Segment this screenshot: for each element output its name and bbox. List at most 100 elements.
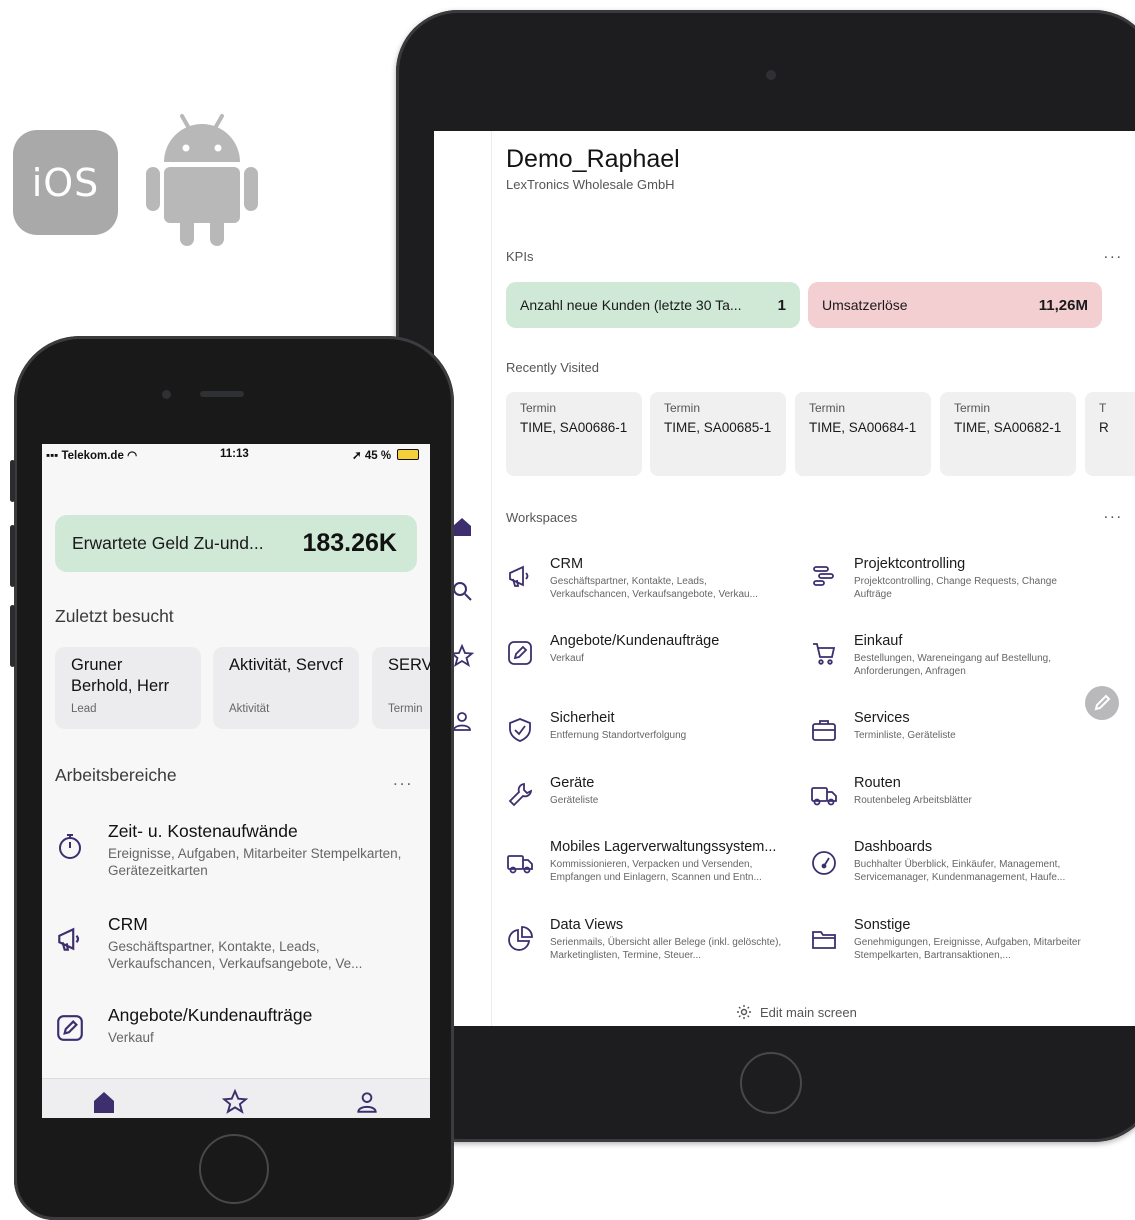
- kpi-label: Umsatzerlöse: [822, 297, 908, 313]
- workspace-crm[interactable]: CRM Geschäftspartner, Kontakte, Leads, V…: [55, 914, 425, 974]
- kpi-tile-revenue[interactable]: Umsatzerlöse 11,26M: [808, 282, 1102, 328]
- workspace-routen[interactable]: Routen Routenbeleg Arbeitsblätter: [810, 775, 1100, 825]
- phone-home-button[interactable]: [199, 1134, 269, 1204]
- workspaces-more-button[interactable]: ...: [1104, 505, 1123, 523]
- kpi-label: Anzahl neue Kunden (letzte 30 Ta...: [520, 297, 742, 313]
- recent-kind: Termin: [954, 401, 991, 415]
- location-icon: ➚: [352, 450, 362, 462]
- workspace-name: Einkauf: [854, 633, 903, 649]
- tablet-home-button[interactable]: [740, 1052, 802, 1114]
- workspace-data-views[interactable]: Data Views Serienmails, Übersicht aller …: [506, 917, 796, 967]
- workspace-lagerverwaltung[interactable]: Mobiles Lagerverwaltungssystem... Kommis…: [506, 839, 796, 889]
- kpi-tile-expected-money[interactable]: Erwartete Geld Zu-und... 183.26K: [55, 515, 417, 572]
- workspace-desc: Projektcontrolling, Change Requests, Cha…: [854, 576, 1057, 600]
- workspace-einkauf[interactable]: Einkauf Bestellungen, Wareneingang auf B…: [810, 633, 1100, 683]
- status-time: 11:13: [220, 448, 249, 460]
- recent-card[interactable]: Termin TIME, SA00684-1: [795, 392, 931, 476]
- briefcase-icon: [812, 720, 836, 741]
- status-bar: ▪▪▪ Telekom.de ◠ 11:13 ➚ 45 %: [42, 444, 430, 466]
- workspace-name: Dashboards: [854, 839, 933, 855]
- star-icon[interactable]: [222, 1089, 248, 1115]
- recent-kind: Termin: [388, 703, 423, 715]
- phone-speaker: [200, 391, 244, 397]
- ios-label: iOS: [31, 160, 100, 205]
- home-icon[interactable]: [91, 1089, 117, 1115]
- battery-status: ➚ 45 %: [352, 448, 420, 462]
- recent-heading: Zuletzt besucht: [55, 606, 174, 626]
- folder-icon: [812, 931, 836, 949]
- recent-card[interactable]: Aktivität, Servcf Aktivität: [213, 647, 359, 729]
- recent-name: SERV 0000: [388, 656, 430, 674]
- workspace-crm[interactable]: CRM Geschäftspartner, Kontakte, Leads, V…: [506, 556, 796, 606]
- wifi-icon: ◠: [127, 450, 138, 462]
- workspace-desc: Ereignisse, Aufgaben, Mitarbeiter Stempe…: [108, 846, 402, 878]
- recent-name: Gruner Berhold, Herr: [71, 656, 170, 695]
- workspace-name: Sonstige: [854, 917, 911, 933]
- workspace-angebote[interactable]: Angebote/Kundenaufträge Verkauf: [55, 1005, 425, 1055]
- workspace-name: Mobiles Lagerverwaltungssystem...: [550, 839, 777, 855]
- tablet-camera: [766, 70, 776, 80]
- recent-kind: Termin: [520, 401, 557, 415]
- workspace-name: Data Views: [550, 917, 624, 933]
- floating-edit-button[interactable]: [1085, 686, 1119, 720]
- recent-card[interactable]: Termin TIME, SA00686-1: [506, 392, 642, 476]
- workspace-name: Routen: [854, 775, 901, 791]
- kpis-heading: KPIs: [506, 249, 534, 264]
- recent-name: Aktivität, Servcf: [229, 656, 343, 674]
- gantt-icon: [813, 566, 834, 586]
- workspace-services[interactable]: Services Terminliste, Geräteliste: [810, 710, 1100, 760]
- battery-percent: 45 %: [364, 450, 392, 462]
- page-title: Demo_Raphael: [506, 145, 680, 173]
- recent-name: TIME, SA00684-1: [809, 420, 917, 435]
- workspace-name: Zeit- u. Kostenaufwände: [108, 821, 298, 841]
- workspaces-more-button[interactable]: ...: [393, 770, 413, 790]
- recent-name: TIME, SA00686-1: [520, 420, 628, 435]
- workspace-sonstige[interactable]: Sonstige Genehmigungen, Ereignisse, Aufg…: [810, 917, 1100, 967]
- workspace-angebote[interactable]: Angebote/Kundenaufträge Verkauf: [506, 633, 796, 683]
- kpis-more-button[interactable]: ...: [1104, 245, 1123, 263]
- workspace-name: CRM: [550, 556, 584, 572]
- phone-camera: [162, 390, 171, 399]
- recent-kind: Termin: [809, 401, 846, 415]
- edit-icon: [57, 1015, 83, 1041]
- recent-name: TIME, SA00685-1: [664, 420, 772, 435]
- workspace-sicherheit[interactable]: Sicherheit Entfernung Standortverfolgung: [506, 710, 796, 760]
- truck-icon: [811, 787, 837, 806]
- wrench-icon: [508, 782, 533, 807]
- recent-card[interactable]: Termin TIME, SA00685-1: [650, 392, 786, 476]
- workspace-desc: Bestellungen, Wareneingang auf Bestellun…: [854, 653, 1051, 677]
- recent-kind: Lead: [71, 703, 97, 715]
- workspace-desc: Kommissionieren, Verpacken und Versenden…: [550, 859, 762, 883]
- workspace-desc: Genehmigungen, Ereignisse, Aufgaben, Mit…: [854, 937, 1081, 961]
- workspace-desc: Terminliste, Geräteliste: [854, 730, 956, 741]
- workspaces-heading: Workspaces: [506, 510, 578, 525]
- company-name: LexTronics Wholesale GmbH: [506, 177, 675, 192]
- workspace-geraete[interactable]: Geräte Geräteliste: [506, 775, 796, 825]
- kpi-value: 11,26M: [1038, 296, 1088, 314]
- workspace-desc: Buchhalter Überblick, Einkäufer, Managem…: [854, 859, 1066, 883]
- edit-main-screen-button[interactable]: Edit main screen: [736, 1004, 857, 1020]
- workspace-projektcontrolling[interactable]: Projektcontrolling Projektcontrolling, C…: [810, 556, 1100, 606]
- ios-badge: iOS: [13, 130, 118, 235]
- carrier-name: Telekom.de: [61, 450, 124, 462]
- recent-kind: Termin: [664, 401, 701, 415]
- kpi-tile-new-customers[interactable]: Anzahl neue Kunden (letzte 30 Ta... 1: [506, 282, 800, 328]
- recent-card[interactable]: T R: [1085, 392, 1135, 476]
- carrier-status: ▪▪▪ Telekom.de ◠: [46, 448, 137, 462]
- workspace-name: Angebote/Kundenaufträge: [550, 633, 720, 649]
- android-icon: [146, 114, 258, 246]
- phone-side-button: [10, 525, 15, 587]
- workspace-desc: Geschäftspartner, Kontakte, Leads, Verka…: [108, 939, 363, 971]
- recent-name: R: [1099, 420, 1109, 435]
- recent-card[interactable]: Termin TIME, SA00682-1: [940, 392, 1076, 476]
- recent-card[interactable]: SERV 0000 Termin: [372, 647, 430, 729]
- truck-icon: [507, 855, 533, 874]
- user-icon[interactable]: [354, 1089, 380, 1115]
- workspace-name: Services: [854, 710, 910, 726]
- recent-card[interactable]: Gruner Berhold, Herr Lead: [55, 647, 201, 729]
- workspace-desc: Routenbeleg Arbeitsblätter: [854, 795, 972, 806]
- workspace-zeit-kosten[interactable]: Zeit- u. Kostenaufwände Ereignisse, Aufg…: [55, 821, 425, 881]
- workspace-desc: Verkauf: [108, 1030, 154, 1045]
- workspace-dashboards[interactable]: Dashboards Buchhalter Überblick, Einkäuf…: [810, 839, 1100, 889]
- recent-kind: Aktivität: [229, 703, 270, 715]
